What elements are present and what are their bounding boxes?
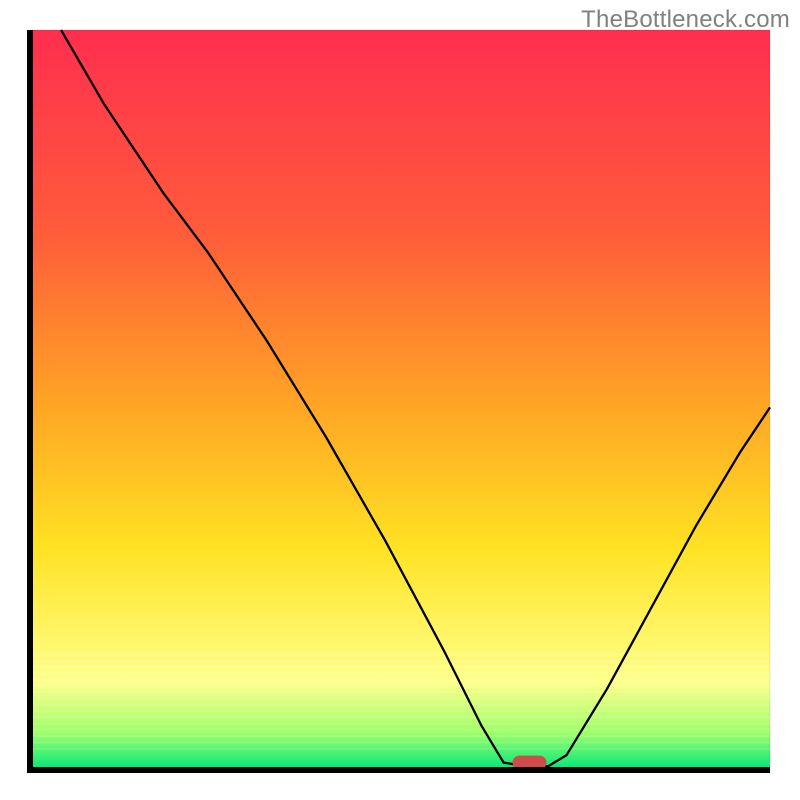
gradient-background [30, 30, 770, 770]
bottleneck-chart [0, 0, 800, 800]
plot-area [30, 30, 770, 770]
watermark-text: TheBottleneck.com [581, 6, 790, 34]
